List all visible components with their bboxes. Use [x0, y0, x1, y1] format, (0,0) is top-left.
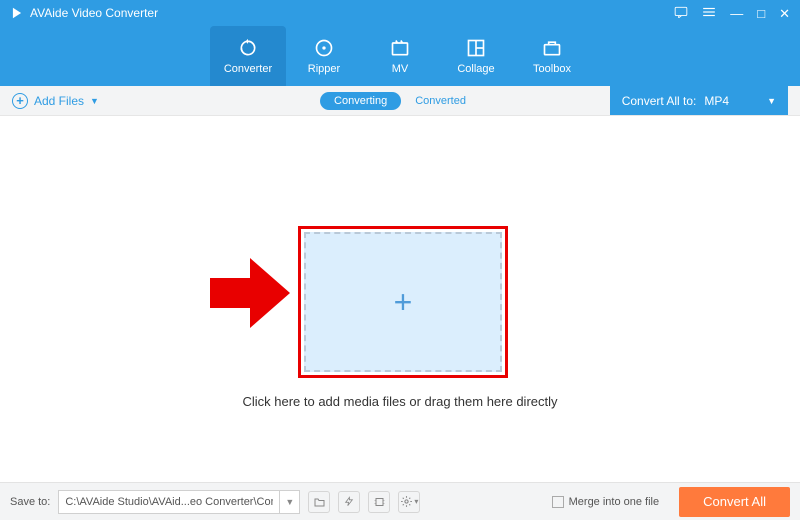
- annotation-arrow: [210, 258, 290, 333]
- main-nav: Converter Ripper MV Collage Toolbox: [0, 26, 800, 86]
- status-toggle: Converting Converted: [320, 92, 480, 110]
- tab-converting[interactable]: Converting: [320, 92, 401, 110]
- nav-converter[interactable]: Converter: [210, 26, 286, 86]
- collage-icon: [466, 38, 486, 58]
- nav-collage[interactable]: Collage: [438, 26, 514, 86]
- close-button[interactable]: ✕: [779, 7, 790, 20]
- merge-checkbox[interactable]: Merge into one file: [552, 496, 660, 508]
- settings-button[interactable]: ▾: [398, 491, 420, 513]
- sub-toolbar: + Add Files ▼ Converting Converted Conve…: [0, 86, 800, 116]
- lightning-button[interactable]: [338, 491, 360, 513]
- save-to-label: Save to:: [10, 496, 50, 508]
- chevron-down-icon: ▼: [767, 96, 776, 106]
- save-path-input[interactable]: [59, 491, 279, 513]
- window-controls: — □ ✕: [674, 6, 790, 20]
- nav-label: Converter: [224, 63, 272, 75]
- converter-icon: [238, 38, 258, 58]
- titlebar: AVAide Video Converter — □ ✕: [0, 0, 800, 26]
- maximize-button[interactable]: □: [757, 7, 765, 20]
- nav-toolbox[interactable]: Toolbox: [514, 26, 590, 86]
- main-area: + Click here to add media files or drag …: [0, 116, 800, 482]
- nav-ripper[interactable]: Ripper: [286, 26, 362, 86]
- convert-all-button[interactable]: Convert All: [679, 487, 790, 517]
- menu-icon[interactable]: [702, 6, 716, 20]
- format-selector[interactable]: MP4 ▼: [704, 94, 776, 108]
- chevron-down-icon: ▼: [90, 96, 99, 106]
- feedback-icon[interactable]: [674, 6, 688, 20]
- ripper-icon: [314, 38, 334, 58]
- nav-label: Ripper: [308, 63, 340, 75]
- play-logo-icon: [10, 6, 24, 20]
- save-path-dropdown[interactable]: ▼: [279, 491, 299, 513]
- add-files-button[interactable]: + Add Files ▼: [12, 93, 99, 109]
- minimize-button[interactable]: —: [730, 7, 743, 20]
- plus-circle-icon: +: [12, 93, 28, 109]
- nav-label: Toolbox: [533, 63, 571, 75]
- selected-format: MP4: [704, 94, 729, 108]
- toolbox-icon: [542, 38, 562, 58]
- add-media-dropzone[interactable]: +: [304, 232, 502, 372]
- merge-label: Merge into one file: [569, 496, 660, 508]
- tab-converted[interactable]: Converted: [401, 92, 480, 110]
- dropzone-highlight: +: [298, 226, 508, 378]
- dropzone-instruction: Click here to add media files or drag th…: [0, 394, 800, 409]
- app-title: AVAide Video Converter: [30, 6, 158, 20]
- convert-all-to-panel: Convert All to: MP4 ▼: [610, 86, 788, 115]
- convert-all-to-label: Convert All to:: [622, 94, 697, 108]
- app-logo: AVAide Video Converter: [10, 6, 158, 20]
- footer-bar: Save to: ▼ ▾ Merge into one file Convert…: [0, 482, 800, 520]
- mv-icon: [390, 38, 410, 58]
- nav-mv[interactable]: MV: [362, 26, 438, 86]
- gpu-accel-button[interactable]: [368, 491, 390, 513]
- nav-label: MV: [392, 63, 409, 75]
- checkbox-icon: [552, 496, 564, 508]
- save-path-field: ▼: [58, 490, 300, 514]
- nav-label: Collage: [457, 63, 494, 75]
- plus-icon: +: [394, 284, 413, 321]
- open-folder-button[interactable]: [308, 491, 330, 513]
- add-files-label: Add Files: [34, 94, 84, 108]
